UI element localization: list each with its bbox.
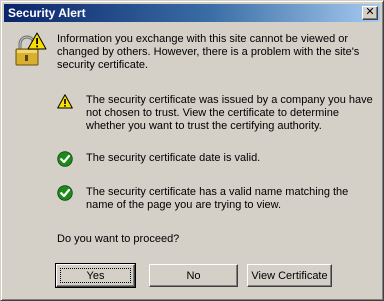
- check-item-text: The security certificate was issued by a…: [86, 94, 373, 132]
- security-alert-dialog: Security Alert ✕ Information you exchang…: [0, 0, 384, 301]
- view-certificate-button[interactable]: View Certificate: [247, 264, 332, 287]
- warning-icon: [57, 94, 73, 109]
- lock-warning-icon: [15, 32, 47, 66]
- view-certificate-button-label: View Certificate: [251, 269, 328, 282]
- check-icon: [57, 185, 73, 201]
- check-icon: [57, 151, 73, 167]
- check-item-text: The security certificate date is valid.: [86, 152, 261, 164]
- title-bar[interactable]: Security Alert ✕: [4, 4, 380, 22]
- check-item-text: The security certificate has a valid nam…: [86, 186, 349, 211]
- yes-button-label: Yes: [86, 269, 105, 282]
- yes-button[interactable]: Yes: [55, 263, 136, 288]
- intro-text: Information you exchange with this site …: [57, 33, 360, 71]
- proceed-question: Do you want to proceed?: [57, 233, 180, 245]
- no-button[interactable]: No: [149, 264, 238, 287]
- close-button[interactable]: ✕: [362, 6, 378, 20]
- no-button-label: No: [186, 269, 201, 282]
- window-title: Security Alert: [8, 6, 86, 20]
